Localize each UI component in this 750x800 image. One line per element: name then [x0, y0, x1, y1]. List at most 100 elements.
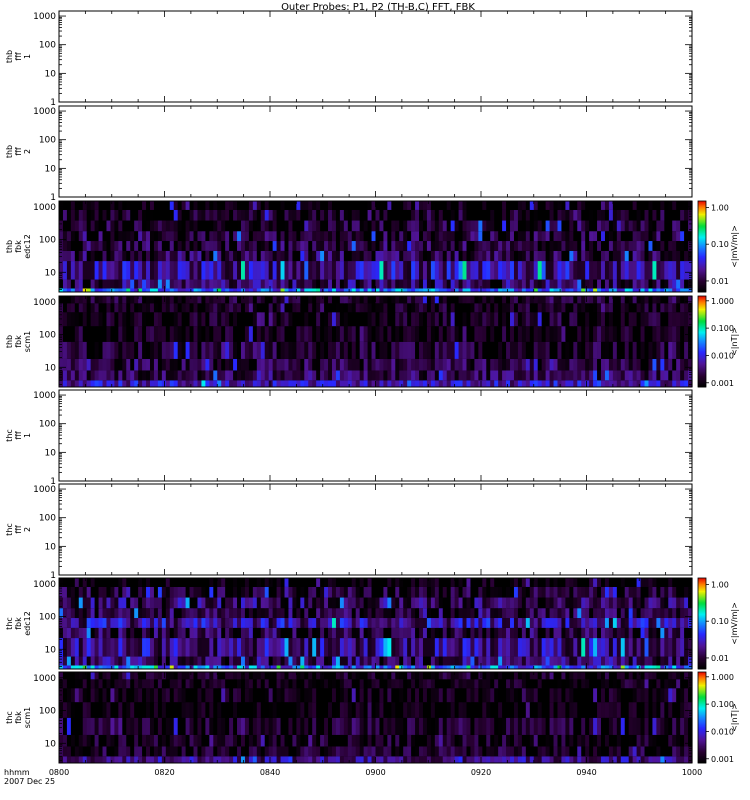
heatmap-cell — [513, 241, 519, 251]
heatmap-cell — [430, 341, 436, 359]
heatmap-cell — [347, 627, 353, 639]
heatmap-cell — [300, 638, 305, 657]
heatmap-cell — [616, 303, 622, 313]
heatmap-cell — [288, 303, 294, 313]
heatmap-cell — [229, 380, 234, 387]
heatmap-cell — [430, 370, 436, 381]
heatmap-cell — [482, 201, 487, 210]
heatmap-cell — [288, 586, 294, 598]
heatmap-cell — [209, 665, 214, 669]
panel-label: thc — [5, 429, 14, 442]
heatmap-cell — [533, 209, 539, 221]
heatmap-cell — [604, 358, 610, 371]
heatmap-cell — [146, 578, 151, 587]
heatmap-cell — [525, 656, 531, 666]
heatmap-cell — [181, 261, 187, 280]
heatmap-cell — [221, 638, 226, 657]
heatmap-cell — [593, 261, 598, 280]
heatmap-cell — [537, 326, 543, 342]
heatmap-cell — [498, 279, 503, 289]
heatmap-cell — [296, 370, 301, 381]
heatmap-cell — [114, 597, 119, 609]
heatmap-cell — [339, 618, 345, 628]
heatmap-cell — [486, 656, 491, 666]
heatmap-cell — [684, 597, 689, 609]
heatmap-cell — [620, 312, 626, 327]
heatmap-cell — [466, 312, 472, 327]
heatmap-cell — [367, 341, 373, 359]
heatmap-cell — [328, 656, 333, 666]
heatmap-cell — [149, 638, 155, 657]
heatmap-cell — [177, 312, 183, 327]
heatmap-cell — [229, 618, 234, 628]
heatmap-cell — [240, 279, 246, 289]
heatmap-cell — [502, 358, 507, 371]
heatmap-cell — [138, 341, 143, 359]
heatmap-cell — [577, 220, 582, 232]
heatmap-cell — [248, 380, 254, 387]
heatmap-cell — [90, 627, 96, 639]
heatmap-cell — [185, 656, 191, 666]
heatmap-cell — [229, 656, 234, 666]
heatmap-cell — [252, 341, 258, 359]
heatmap-cell — [114, 279, 119, 289]
heatmap-cell — [102, 288, 108, 292]
heatmap-cell — [209, 261, 214, 280]
heatmap-cell — [173, 231, 179, 242]
heatmap-cell — [324, 326, 329, 342]
heatmap-cell — [213, 279, 218, 289]
heatmap-cell — [142, 341, 147, 359]
heatmap-cell — [581, 209, 586, 221]
heatmap-cell — [379, 578, 385, 587]
heatmap-cell — [229, 638, 234, 657]
heatmap-cell — [169, 312, 175, 327]
heatmap-cell — [608, 279, 614, 289]
heatmap-cell — [407, 665, 412, 669]
heatmap-cell — [308, 341, 313, 359]
heatmap-cell — [486, 288, 491, 292]
heatmap-cell — [482, 296, 487, 304]
heatmap-cell — [569, 358, 574, 371]
heatmap-cell — [553, 578, 559, 587]
heatmap-cell — [684, 312, 689, 327]
heatmap-cell — [149, 288, 155, 292]
heatmap-cell — [395, 303, 400, 313]
heatmap-cell — [379, 326, 385, 342]
heatmap-cell — [138, 358, 143, 371]
heatmap-cell — [114, 370, 119, 381]
heatmap-cell — [233, 303, 238, 313]
heatmap-cell — [680, 231, 685, 242]
heatmap-cell — [573, 341, 578, 359]
heatmap-cell — [102, 370, 108, 381]
heatmap-cell — [407, 231, 412, 242]
heatmap-cell — [320, 231, 325, 242]
heatmap-cell — [244, 665, 250, 669]
heatmap-cell — [466, 586, 472, 598]
heatmap-cell — [122, 370, 127, 381]
heatmap-cell — [110, 201, 115, 210]
colorbar-tick-label: 1.00 — [711, 204, 729, 213]
heatmap-cell — [644, 380, 650, 387]
heatmap-cell — [604, 312, 610, 327]
heatmap-cell — [122, 326, 127, 342]
heatmap-cell — [656, 220, 661, 232]
heatmap-cell — [197, 358, 203, 371]
heatmap-cell — [240, 627, 246, 639]
heatmap-cell — [593, 201, 598, 210]
heatmap-cell — [280, 279, 286, 289]
heatmap-cell — [134, 370, 139, 381]
heatmap-cell — [442, 370, 448, 381]
heatmap-cell — [510, 231, 515, 242]
heatmap-cell — [506, 241, 511, 251]
colorbar-tick-label: 1.000 — [711, 297, 734, 306]
heatmap-cell — [668, 341, 673, 359]
heatmap-cell — [221, 656, 226, 666]
heatmap-cell — [331, 303, 337, 313]
heatmap-cell — [604, 209, 610, 221]
heatmap-cell — [339, 586, 345, 598]
heatmap-cell — [450, 627, 456, 639]
heatmap-cell — [66, 597, 72, 609]
heatmap-cell — [272, 241, 278, 251]
heatmap-cell — [438, 618, 444, 628]
heatmap-cell — [169, 241, 175, 251]
